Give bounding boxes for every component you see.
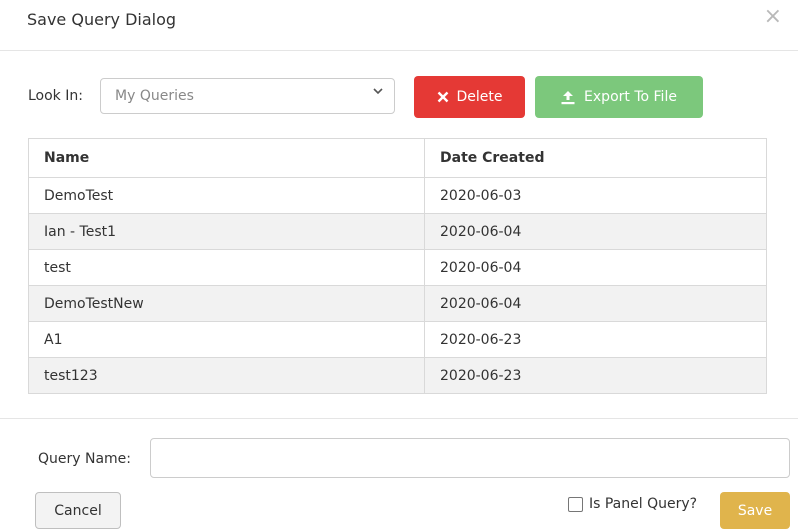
query-name-input[interactable] [150,438,790,478]
close-icon [437,88,449,107]
chevron-down-icon [372,85,384,101]
look-in-label: Look In: [28,88,83,104]
dialog-header: Save Query Dialog × [0,0,798,51]
panel-query-label[interactable]: Is Panel Query? [589,496,697,512]
cancel-button[interactable]: Cancel [35,492,121,529]
queries-table: Name Date Created DemoTest 2020-06-03 Ia… [28,138,767,394]
delete-button[interactable]: Delete [414,76,525,118]
cell-date-created: 2020-06-23 [424,321,766,358]
cell-name: DemoTestNew [29,285,425,322]
cell-name: A1 [29,321,425,358]
query-name-label: Query Name: [38,451,132,467]
table-row[interactable]: DemoTestNew 2020-06-04 [29,285,766,322]
table-header-row: Name Date Created [29,139,766,178]
save-button-label: Save [737,502,773,519]
cell-date-created: 2020-06-04 [424,249,766,286]
look-in-select[interactable]: My Queries [100,78,395,114]
cell-name: DemoTest [29,177,425,214]
table-row[interactable]: Ian - Test1 2020-06-04 [29,213,766,250]
cancel-button-label: Cancel [54,502,102,519]
table-row[interactable]: test123 2020-06-23 [29,357,766,393]
table-row[interactable]: DemoTest 2020-06-03 [29,177,766,214]
cell-name: test [29,249,425,286]
cell-date-created: 2020-06-03 [424,177,766,214]
export-to-file-button[interactable]: Export To File [535,76,703,118]
panel-query-option: Is Panel Query? [568,496,697,512]
column-header-name[interactable]: Name [29,139,425,178]
save-button[interactable]: Save [720,492,790,529]
dialog-title: Save Query Dialog [27,10,177,29]
save-query-dialog: Save Query Dialog × Look In: My Queries … [0,0,798,529]
toolbar: Look In: My Queries Delete Export To Fil… [28,76,768,118]
cell-date-created: 2020-06-04 [424,285,766,322]
cell-name: test123 [29,357,425,393]
cell-date-created: 2020-06-23 [424,357,766,393]
close-icon[interactable]: × [764,6,782,28]
upload-icon [561,90,575,105]
table-row[interactable]: A1 2020-06-23 [29,321,766,358]
cell-date-created: 2020-06-04 [424,213,766,250]
table-row[interactable]: test 2020-06-04 [29,249,766,286]
look-in-value: My Queries [115,88,194,104]
cell-name: Ian - Test1 [29,213,425,250]
footer-divider [0,418,798,419]
delete-button-label: Delete [456,89,503,105]
panel-query-checkbox[interactable] [568,496,583,512]
export-button-label: Export To File [584,89,677,105]
column-header-date-created[interactable]: Date Created [424,139,766,178]
